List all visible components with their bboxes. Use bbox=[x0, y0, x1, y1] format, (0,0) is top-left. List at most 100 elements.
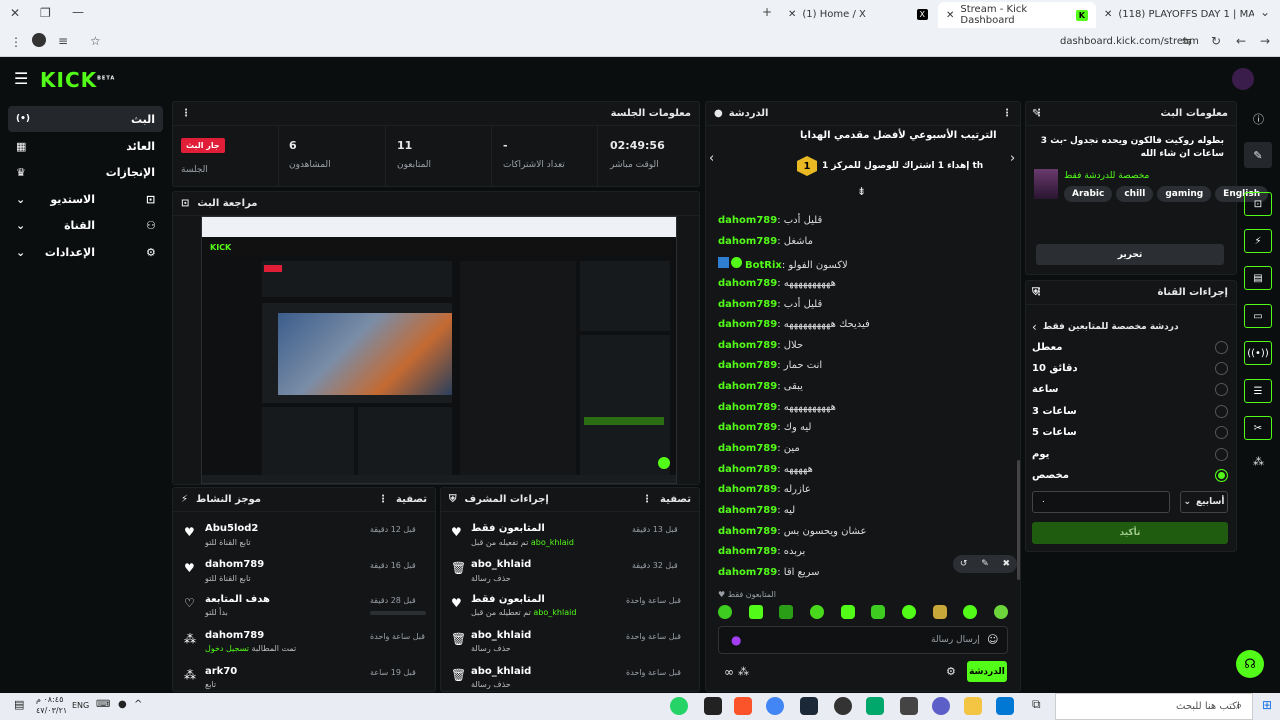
option-radio[interactable] bbox=[1215, 448, 1228, 461]
reload-icon[interactable]: ↻ bbox=[1211, 34, 1221, 48]
bolt-tool-icon[interactable]: ⚡ bbox=[1244, 229, 1272, 253]
url-text[interactable]: dashboard.kick.com/stream bbox=[1060, 36, 1199, 47]
emote-icon[interactable] bbox=[993, 605, 1008, 619]
chevron-right-icon[interactable]: › bbox=[1010, 151, 1015, 166]
tab-kick-dashboard[interactable]: ✕ Stream - Kick Dashboard K bbox=[938, 2, 1096, 28]
chat-message[interactable]: dahom789: ليه وك bbox=[718, 422, 811, 433]
nav-settings[interactable]: ⌄ الإعدادات ⚙ bbox=[8, 239, 163, 265]
tab-x[interactable]: ✕ (1) Home / X X bbox=[788, 4, 928, 24]
broadcast-tool-icon[interactable]: ((•)) bbox=[1244, 341, 1272, 365]
chevron-left-icon[interactable]: ‹ bbox=[709, 151, 714, 166]
nav-achievements[interactable]: ♛ الإنجازات bbox=[8, 159, 163, 185]
trash-icon[interactable]: ✖ bbox=[1003, 559, 1011, 569]
info-icon[interactable]: ⓘ bbox=[1253, 111, 1264, 127]
tab-youtube[interactable]: ✕ (118) PLAYOFFS DAY 1 | MA ▶ bbox=[1104, 4, 1254, 24]
close-tab-icon[interactable]: ✕ bbox=[946, 10, 954, 21]
help-support-icon[interactable]: ☊ bbox=[1236, 650, 1264, 678]
steam-icon[interactable] bbox=[800, 697, 818, 715]
option-radio[interactable] bbox=[1215, 426, 1228, 439]
profile-avatar[interactable] bbox=[32, 33, 46, 47]
obs-icon[interactable] bbox=[834, 697, 852, 715]
close-tab-icon[interactable]: ✕ bbox=[1104, 9, 1112, 20]
chat-scrollbar[interactable] bbox=[1017, 460, 1020, 580]
notifications-icon[interactable]: ▤ bbox=[14, 698, 24, 711]
app-icon[interactable] bbox=[866, 697, 884, 715]
file-explorer-icon[interactable] bbox=[964, 697, 982, 715]
menu-dots-icon[interactable]: ⋮ bbox=[181, 108, 191, 119]
nav-live[interactable]: (•) البث bbox=[8, 106, 163, 132]
confirm-button[interactable]: تأكيد bbox=[1032, 522, 1228, 544]
option-radio[interactable] bbox=[1215, 405, 1228, 418]
emote-icon[interactable] bbox=[809, 605, 824, 619]
back-icon[interactable]: ← bbox=[1236, 34, 1246, 48]
hamburger-menu-icon[interactable]: ☰ bbox=[14, 69, 28, 88]
chat-message[interactable]: dahom789: عازرله bbox=[718, 484, 811, 495]
emote-icon[interactable] bbox=[932, 605, 947, 619]
wrench-tool-icon[interactable]: ✂ bbox=[1244, 416, 1272, 440]
chat-tool-icon[interactable]: ▭ bbox=[1244, 304, 1272, 328]
emote-icon[interactable] bbox=[718, 605, 732, 619]
site-settings-icon[interactable]: ⇆ bbox=[1182, 34, 1192, 48]
chat-message[interactable]: dahom789: يبقى bbox=[718, 381, 803, 392]
chat-message[interactable]: dahom789: ليه bbox=[718, 505, 795, 516]
chat-message[interactable]: dahom789: حلال bbox=[718, 340, 803, 351]
menu-dots-icon[interactable]: ⋮ bbox=[378, 494, 388, 505]
app-icon[interactable] bbox=[996, 697, 1014, 715]
microphone-icon[interactable]: ● bbox=[731, 633, 741, 647]
menu-dots-icon[interactable]: ⋮ bbox=[10, 35, 22, 49]
forward-icon[interactable]: → bbox=[1260, 34, 1270, 48]
close-tab-icon[interactable]: ✕ bbox=[788, 9, 796, 20]
chrome-icon[interactable] bbox=[766, 697, 784, 715]
tab-search-icon[interactable]: ⌄ bbox=[1260, 5, 1270, 19]
points-icon[interactable]: ⁂ bbox=[738, 665, 749, 678]
duration-unit-select[interactable]: ⌄ أسابيع bbox=[1180, 491, 1228, 513]
emote-icon[interactable] bbox=[840, 605, 855, 619]
custom-duration-input[interactable]: ٠ bbox=[1032, 491, 1170, 513]
layout-tool-icon[interactable]: ☰ bbox=[1244, 379, 1272, 403]
microphone-icon[interactable]: ● bbox=[118, 699, 127, 710]
chat-message[interactable]: dahom789: انت حمار bbox=[718, 360, 822, 371]
language-indicator[interactable]: ENG bbox=[72, 701, 89, 710]
emote-icon[interactable] bbox=[901, 605, 916, 619]
option-radio-selected[interactable] bbox=[1215, 469, 1228, 482]
emote-icon[interactable] bbox=[963, 605, 978, 619]
keyboard-icon[interactable]: ⌨ bbox=[96, 699, 110, 710]
close-window-icon[interactable]: ✕ bbox=[10, 6, 20, 20]
kick-logo[interactable]: KICKBETA bbox=[40, 68, 115, 92]
minimize-window-icon[interactable]: — bbox=[72, 5, 84, 19]
bookmark-star-icon[interactable]: ☆ bbox=[90, 34, 101, 48]
edit-stream-button[interactable]: تحرير bbox=[1036, 244, 1224, 265]
chat-message[interactable]: dahom789: عشان ويحسون بس bbox=[718, 526, 866, 537]
nav-revenue[interactable]: ▦ العائد bbox=[8, 133, 163, 159]
record-tool-icon[interactable]: ⊡ bbox=[1244, 192, 1272, 216]
stream-preview-video[interactable]: KICK bbox=[201, 216, 677, 484]
chat-settings-icon[interactable]: ⚙ bbox=[946, 665, 956, 678]
user-avatar[interactable] bbox=[1232, 68, 1254, 90]
app-icon[interactable] bbox=[932, 697, 950, 715]
tray-chevron-icon[interactable]: ^ bbox=[134, 699, 142, 710]
chat-input[interactable]: ● إرسال رسالة ☺ bbox=[718, 626, 1008, 654]
windows-start-icon[interactable]: ⊞ bbox=[1262, 698, 1272, 712]
menu-dots-icon[interactable]: ⋮ bbox=[1002, 108, 1012, 119]
option-radio[interactable] bbox=[1215, 341, 1228, 354]
pin-icon[interactable]: ✎ bbox=[981, 559, 989, 569]
filter-button[interactable]: تصفية bbox=[660, 494, 691, 505]
chat-message[interactable]: BotRix: لاكسون الفولو bbox=[718, 257, 848, 271]
taskbar-search[interactable]: اكتب هنا للبحث ⌕ bbox=[1055, 693, 1253, 720]
infinity-icon[interactable]: ∞ bbox=[724, 665, 734, 679]
emoji-icon[interactable]: ☺ bbox=[987, 633, 998, 646]
reply-icon[interactable]: ↺ bbox=[960, 559, 968, 569]
app-icon[interactable] bbox=[900, 697, 918, 715]
epic-games-icon[interactable] bbox=[704, 697, 722, 715]
back-to-actions[interactable]: ‹ دردشة مخصصة للمتابعين فقط bbox=[1032, 320, 1222, 334]
reading-list-icon[interactable]: ≡ bbox=[58, 34, 68, 48]
chat-message[interactable]: dahom789: بربده bbox=[718, 546, 805, 557]
chat-message[interactable]: dahom789: هههههه bbox=[718, 464, 813, 475]
emote-icon[interactable] bbox=[871, 605, 886, 619]
task-view-icon[interactable]: ⧉ bbox=[1032, 697, 1050, 715]
chat-message[interactable]: dahom789: قليل أدب bbox=[718, 215, 822, 226]
edit-tool-icon[interactable]: ✎ bbox=[1244, 142, 1272, 168]
nav-studio[interactable]: ⌄ الاستديو ⊡ bbox=[8, 186, 163, 212]
chat-message[interactable]: dahom789: فيديحك ههههههههههه bbox=[718, 319, 870, 330]
whatsapp-icon[interactable] bbox=[670, 697, 688, 715]
